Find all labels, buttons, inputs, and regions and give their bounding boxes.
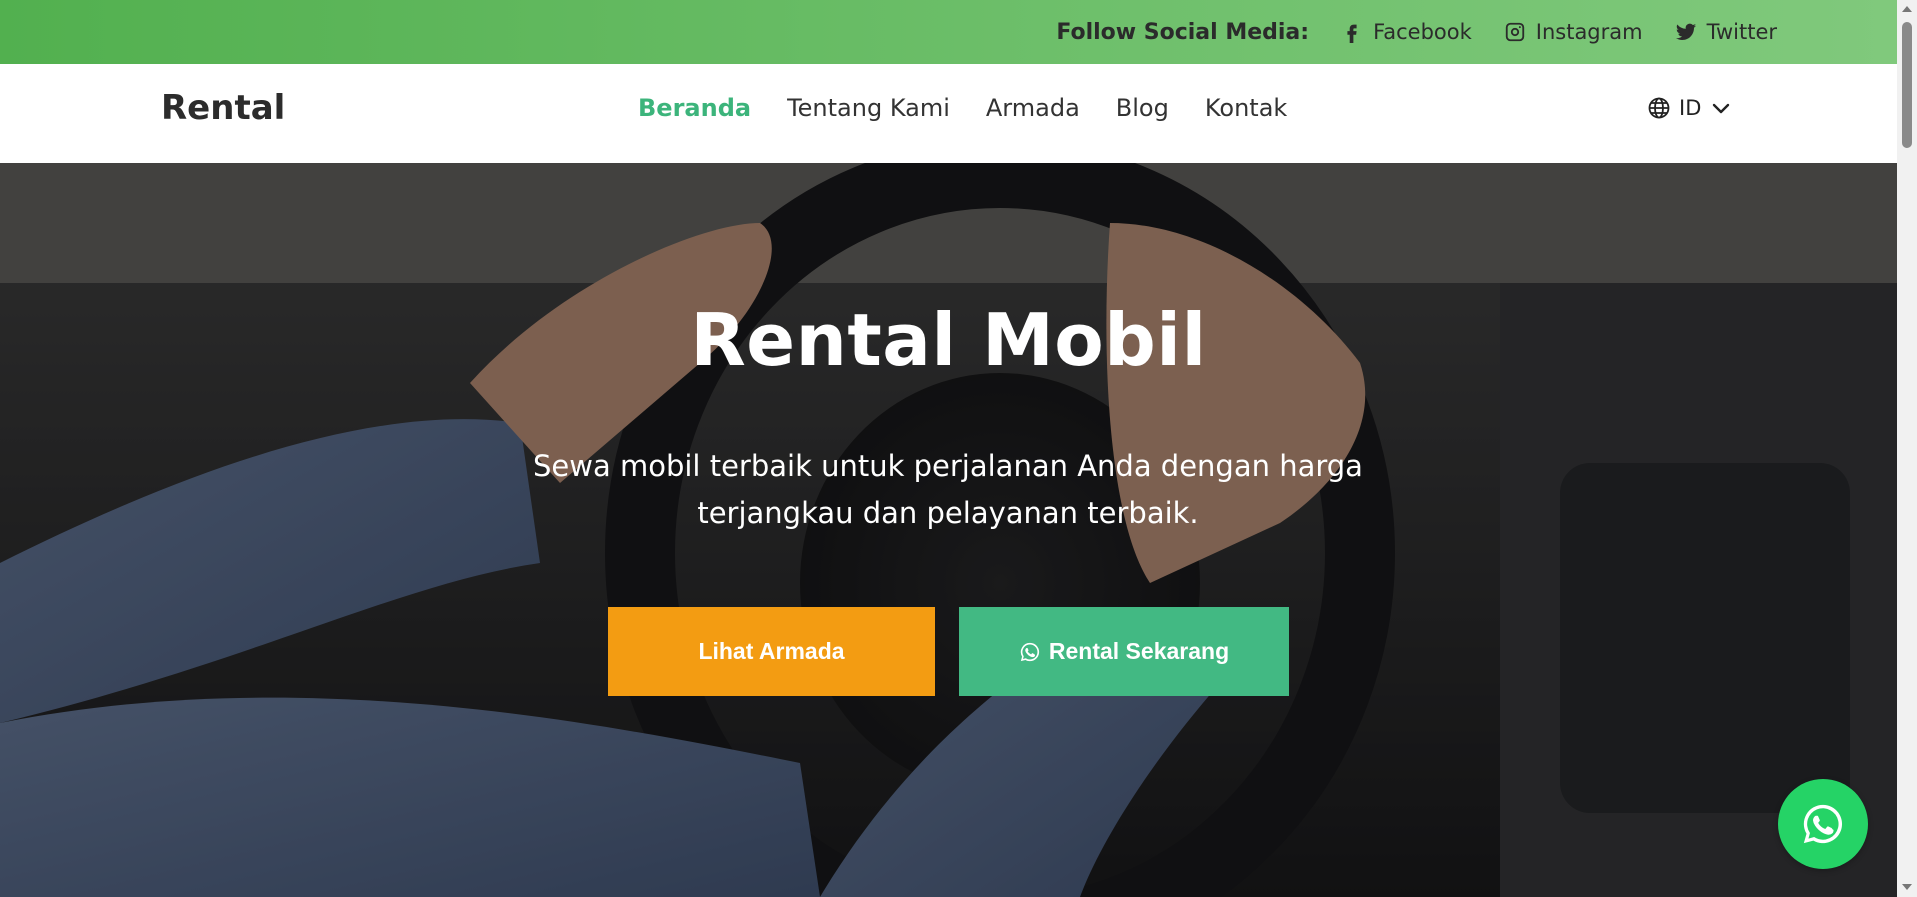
main-navbar: Rental Beranda Tentang Kami Armada Blog … <box>0 64 1897 163</box>
whatsapp-icon <box>1803 804 1843 844</box>
instagram-link[interactable]: Instagram <box>1504 20 1643 44</box>
nav-item-tentang-kami[interactable]: Tentang Kami <box>787 94 950 122</box>
page: Follow Social Media: Facebook Instagram … <box>0 0 1917 897</box>
page-scrollbar[interactable] <box>1897 0 1917 897</box>
whatsapp-float-button[interactable] <box>1778 779 1868 869</box>
chevron-down-icon <box>1713 103 1730 114</box>
facebook-label: Facebook <box>1373 20 1472 44</box>
hero-content: Rental Mobil Sewa mobil terbaik untuk pe… <box>0 163 1897 897</box>
hero-section: Rental Mobil Sewa mobil terbaik untuk pe… <box>0 163 1897 897</box>
facebook-link[interactable]: Facebook <box>1341 20 1472 44</box>
rental-sekarang-label: Rental Sekarang <box>1048 638 1230 664</box>
facebook-icon <box>1347 24 1357 43</box>
scroll-up-arrow-icon[interactable] <box>1902 6 1912 12</box>
twitter-label: Twitter <box>1706 20 1777 44</box>
nav-item-kontak[interactable]: Kontak <box>1205 94 1287 122</box>
nav-menu: Beranda Tentang Kami Armada Blog Kontak <box>638 94 1287 122</box>
lihat-armada-label: Lihat Armada <box>698 638 845 664</box>
twitter-icon <box>1675 23 1696 40</box>
instagram-icon <box>1505 22 1524 42</box>
nav-item-blog[interactable]: Blog <box>1116 94 1169 122</box>
whatsapp-icon <box>1020 642 1039 661</box>
scrollbar-thumb[interactable] <box>1902 22 1912 148</box>
scroll-down-arrow-icon[interactable] <box>1902 884 1912 890</box>
lihat-armada-button[interactable]: Lihat Armada <box>608 607 935 696</box>
twitter-link[interactable]: Twitter <box>1675 20 1777 44</box>
hero-title: Rental Mobil <box>690 298 1207 382</box>
instagram-label: Instagram <box>1535 20 1643 44</box>
nav-item-beranda[interactable]: Beranda <box>638 94 751 122</box>
social-topbar: Follow Social Media: Facebook Instagram … <box>0 0 1897 64</box>
globe-icon <box>1648 97 1670 119</box>
rental-sekarang-button[interactable]: Rental Sekarang <box>959 607 1289 696</box>
hero-subtitle: Sewa mobil terbaik untuk perjalanan Anda… <box>533 449 1363 530</box>
nav-item-armada[interactable]: Armada <box>986 94 1080 122</box>
follow-social-label: Follow Social Media: <box>1056 19 1310 45</box>
language-selector[interactable]: ID <box>1647 96 1733 120</box>
brand-logo[interactable]: Rental <box>161 88 285 128</box>
language-value: ID <box>1679 96 1702 120</box>
